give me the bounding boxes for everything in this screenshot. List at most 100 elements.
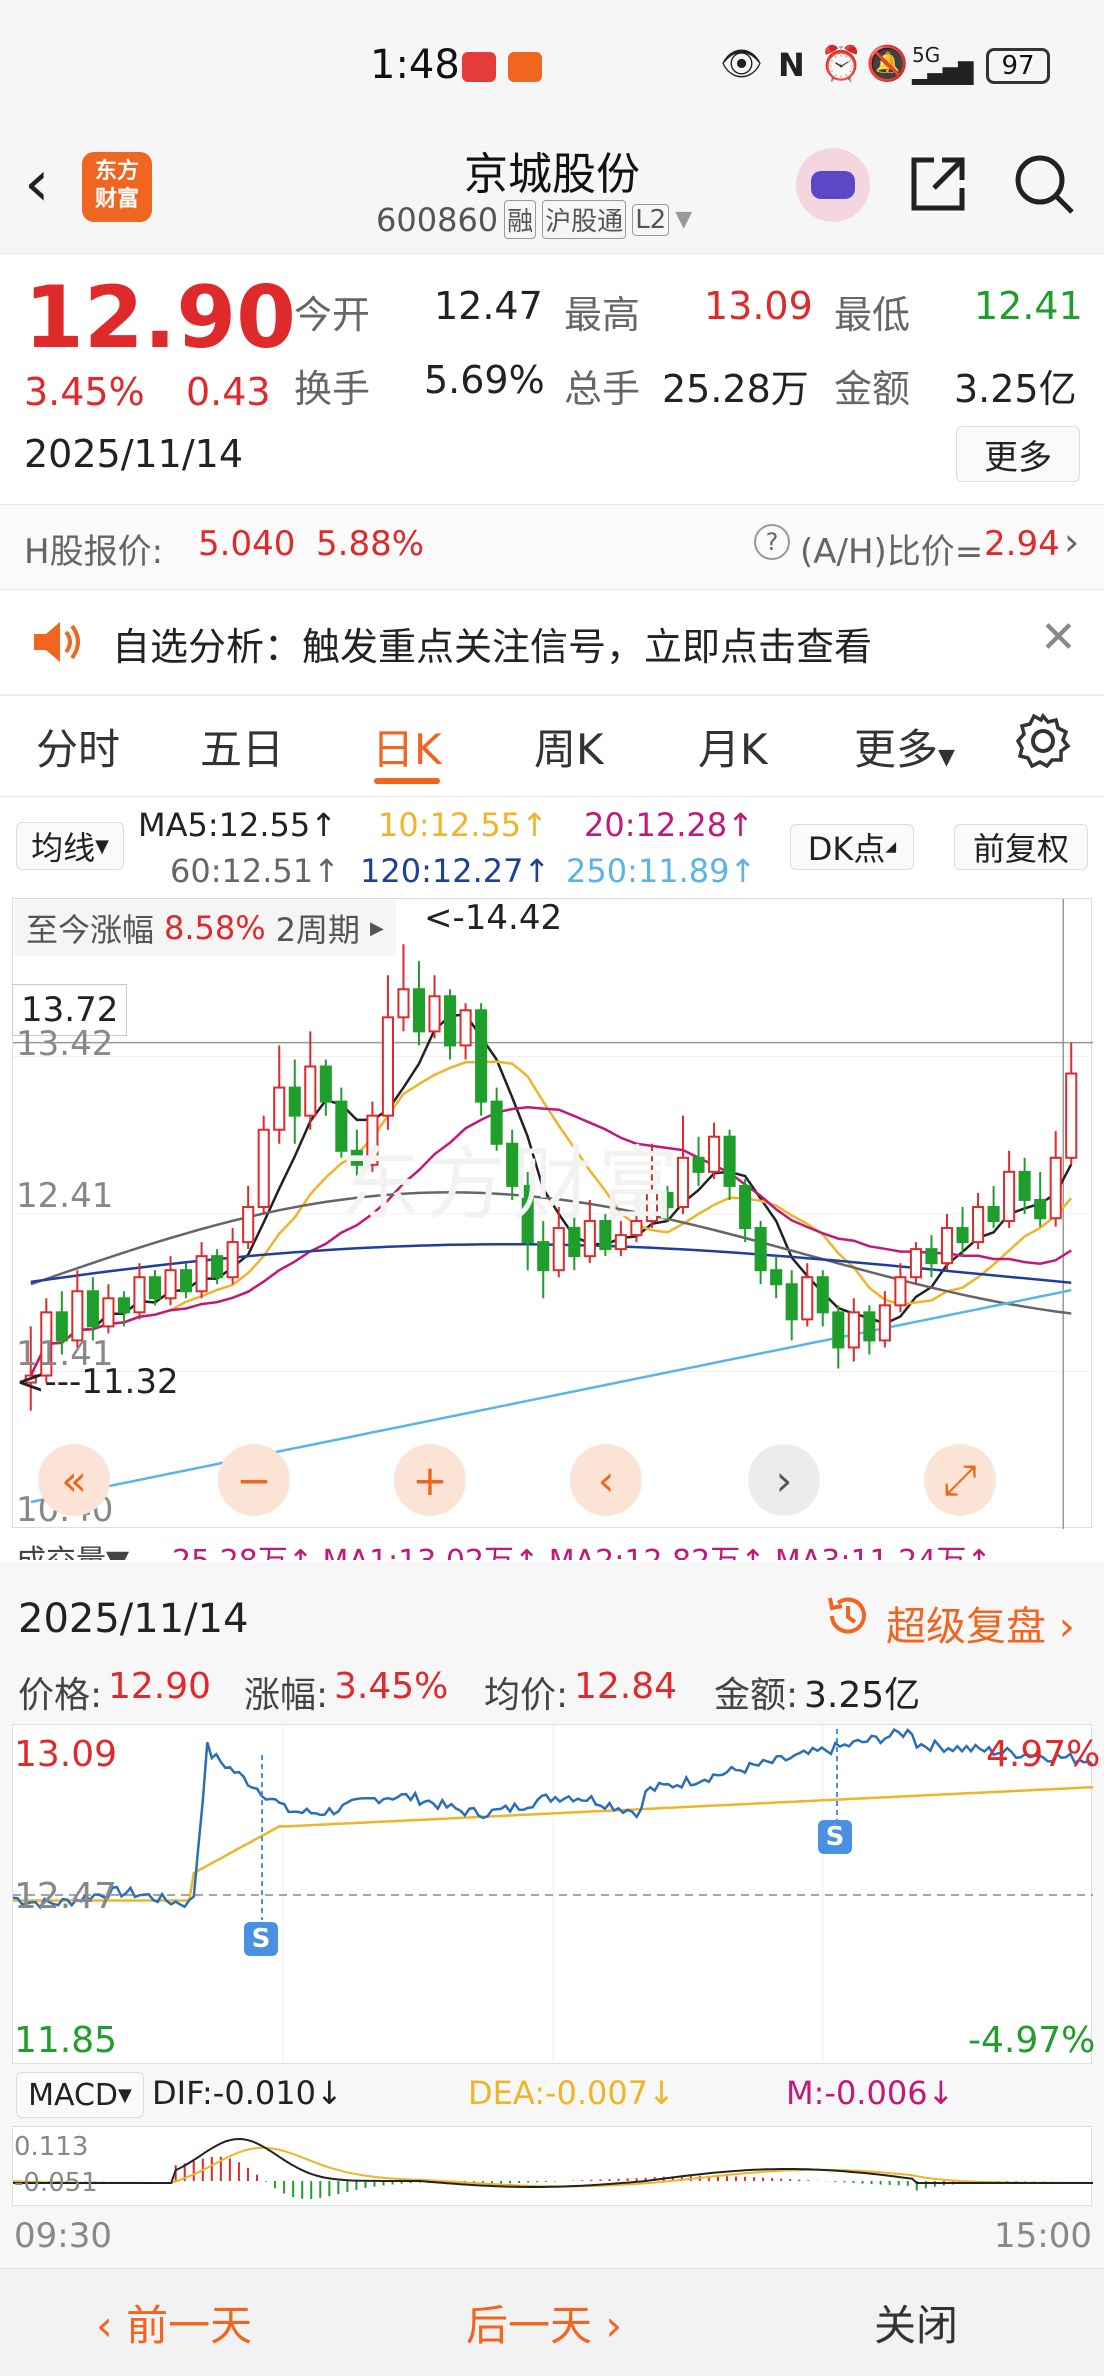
change-percent: 3.45% [24,370,145,414]
stock-code-row[interactable]: 600860 融 沪股通 L2 ▼ [376,200,692,239]
candle-body [940,1227,954,1265]
turnover-value: 5.69% [424,358,545,402]
candle-body [381,1016,394,1117]
low-label: 最低 [834,293,911,337]
close-icon[interactable]: ✕ [1040,612,1077,663]
ah-ratio-value: 2.94 [984,524,1060,564]
candle-body [754,1227,767,1272]
macd-y-top: 0.113 [14,2132,89,2162]
gear-icon[interactable] [1014,712,1072,770]
dk-point-button[interactable]: DK点 ◢ [790,824,914,870]
tab-five-day[interactable]: 五日 [200,716,284,777]
tab-monthly-k[interactable]: 月K [698,716,768,777]
candle-body [770,1269,783,1286]
zoom-out-icon[interactable]: − [218,1444,290,1516]
tab-more[interactable]: 更多▼ [854,716,955,777]
chevron-right-icon: › [1064,520,1080,564]
macd-svg [12,2137,1094,2200]
chevron-down-icon: ▼ [675,207,693,232]
candle-body [832,1311,845,1349]
amount-value: 3.25亿 [954,367,1077,411]
range-gain-badge[interactable]: 至今涨幅 8.58% 2周期 ▶ [14,900,396,956]
volume-value: 25.28万 [662,367,809,411]
candle-body [956,1227,969,1244]
avg-label: 均价: [484,1675,569,1716]
watermark: 东方财富 [340,1138,684,1231]
sell-signal-2[interactable]: S [818,1820,852,1854]
ma20-value: 20:12.28↑ [584,806,754,844]
candle-body [319,1065,332,1103]
adjust-button[interactable]: 前复权 [954,824,1088,870]
candle-body [878,1304,891,1342]
mute-icon: 🔕 [866,44,909,84]
ma120-value: 120:12.27↑ [360,852,551,890]
candle-body [133,1276,146,1314]
zoom-in-icon[interactable]: + [394,1444,466,1516]
candle-body [816,1276,829,1314]
history-icon[interactable] [824,1592,872,1640]
sell-signal-1[interactable]: S [244,1922,278,1956]
change-value: 3.45% [334,1666,449,1707]
macd-dea: DEA:-0.007↓ [468,2074,675,2112]
close-button[interactable]: 关闭 [874,2292,958,2353]
rewind-icon[interactable]: « [38,1444,110,1516]
macd-select[interactable]: MACD ▼ [16,2072,144,2118]
candle-body [428,995,441,1033]
ma60-value: 60:12.51↑ [170,852,340,890]
prev-day-button[interactable]: ‹ 前一天 [96,2292,252,2353]
notice-text[interactable]: 自选分析：触发重点关注信号，立即点击查看 [112,616,872,671]
price-label: 价格: [18,1675,103,1716]
ma5-value: MA5:12.55↑ [138,806,338,844]
super-replay-link[interactable]: 超级复盘 › [886,1594,1075,1652]
signal-icon: 5G ▂▄▆█ [912,43,974,85]
alarm-icon: ⏰ [820,44,863,84]
macd-dif: DIF:-0.010↓ [152,2074,343,2112]
fullscreen-icon[interactable]: ⤢ [924,1444,996,1516]
stock-code: 600860 [376,200,499,239]
change-label: 涨幅: [244,1675,329,1716]
intraday-chart[interactable] [12,1724,1094,2065]
step-right-icon[interactable]: › [748,1444,820,1516]
search-icon[interactable] [1012,152,1076,216]
tag-level2: L2 [632,203,670,236]
robot-assistant-icon[interactable] [796,148,870,222]
time-end: 15:00 [994,2216,1092,2256]
indicator-select[interactable]: 均线 ▼ [16,822,124,870]
candle-body [242,1205,255,1244]
status-bar: 1:48 👁 N ⏰ 🔕 5G ▂▄▆█ 97 [0,0,1104,130]
tab-weekly-k[interactable]: 周K [534,716,604,777]
tab-intraday[interactable]: 分时 [36,716,120,777]
candle-body [972,1205,985,1244]
volume-select[interactable]: 成交量▼ [16,1536,129,1560]
h-share-label: H股报价: [24,532,164,572]
macd-m: M:-0.006↓ [786,2074,955,2112]
more-button[interactable]: 更多 [956,426,1080,482]
intraday-pct-bottom: -4.97% [968,2020,1096,2061]
candle-body [211,1255,224,1279]
intraday-y-bottom: 11.85 [14,2020,118,2061]
tag-margin: 融 [504,200,537,239]
next-day-button[interactable]: 后一天 › [466,2292,622,2353]
volume-label: 总手 [564,367,641,411]
candle-body [723,1135,736,1187]
speaker-icon [28,614,84,670]
amount-label: 金额 [834,367,911,411]
candle-body [1018,1170,1031,1201]
h-share-pct: 5.88% [316,524,425,564]
step-left-icon[interactable]: ‹ [570,1444,642,1516]
tab-daily-k[interactable]: 日K [372,716,442,777]
nfc-icon: N [778,46,805,84]
candle-body [537,1241,550,1272]
high-value: 13.09 [704,284,813,328]
share-icon[interactable] [906,152,970,216]
candle-body [148,1276,162,1300]
candle-body [102,1297,115,1328]
turnover-label: 换手 [294,367,371,411]
candle-body [614,1234,627,1251]
help-icon[interactable]: ? [754,524,790,560]
macd-chart [12,2126,1094,2206]
candle-body [1034,1198,1047,1220]
open-label: 今开 [294,293,371,337]
candle-body [164,1269,177,1300]
candle-body [909,1248,922,1279]
